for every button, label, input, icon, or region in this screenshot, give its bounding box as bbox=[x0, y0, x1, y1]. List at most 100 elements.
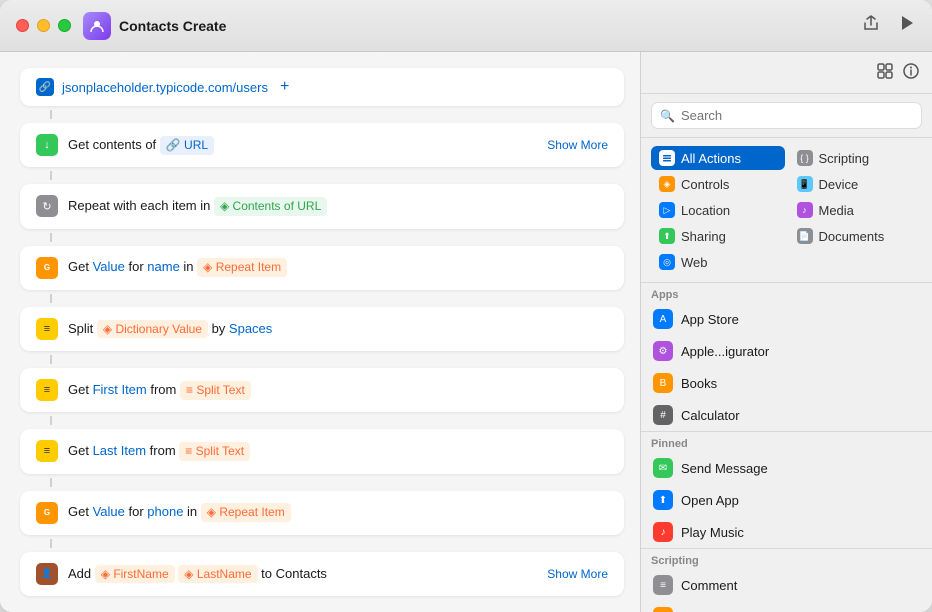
repeat-card[interactable]: ↻ Repeat with each item in ◈ Contents of… bbox=[20, 184, 624, 228]
connector bbox=[50, 110, 52, 119]
calculator-icon: # bbox=[653, 405, 673, 425]
web-icon: ◎ bbox=[659, 254, 675, 270]
comment-icon: ≡ bbox=[653, 575, 673, 595]
open-app-item[interactable]: ⬆ Open App bbox=[641, 484, 932, 516]
repeat-pre: Repeat with each item in bbox=[68, 198, 214, 213]
calculator-label: Calculator bbox=[681, 408, 740, 423]
add-contacts-card[interactable]: 👤 Add ◈ FirstName ◈ LastName to Contacts… bbox=[20, 552, 624, 596]
documents-label: Documents bbox=[819, 229, 885, 244]
send-message-icon: ✉ bbox=[653, 458, 673, 478]
connector3 bbox=[50, 233, 52, 242]
get-value-name-text: Get Value for name in ◈ Repeat Item bbox=[68, 258, 608, 277]
split-text-tag1: ≡ Split Text bbox=[180, 381, 251, 400]
show-result-icon: Q bbox=[653, 607, 673, 612]
action-list: Apps A App Store ⚙ Apple...igurator B Bo… bbox=[641, 283, 932, 612]
info-button[interactable] bbox=[902, 62, 920, 85]
minimize-button[interactable] bbox=[37, 19, 50, 32]
maximize-button[interactable] bbox=[58, 19, 71, 32]
add-contacts-show-more[interactable]: Show More bbox=[547, 567, 608, 581]
media-icon: ♪ bbox=[797, 202, 813, 218]
right-header bbox=[641, 52, 932, 94]
lastname-tag: ◈ LastName bbox=[178, 565, 257, 584]
cat-media[interactable]: ♪ Media bbox=[789, 198, 923, 222]
main-content: 🔗 jsonplaceholder.typicode.com/users + ↓… bbox=[0, 52, 932, 612]
get-last-icon: ≡ bbox=[36, 440, 58, 462]
split-card[interactable]: ≡ Split ◈ Dictionary Value by Spaces bbox=[20, 307, 624, 351]
get-value-name-icon: G bbox=[36, 257, 58, 279]
get-last-card[interactable]: ≡ Get Last Item from ≡ Split Text bbox=[20, 429, 624, 473]
add-contacts-icon: 👤 bbox=[36, 563, 58, 585]
apple-igurator-label: Apple...igurator bbox=[681, 344, 769, 359]
url-bar[interactable]: 🔗 jsonplaceholder.typicode.com/users + bbox=[20, 68, 624, 106]
connector6 bbox=[50, 416, 52, 425]
location-icon: ▷ bbox=[659, 202, 675, 218]
contents-tag: ◈ Contents of URL bbox=[214, 197, 327, 216]
connector8 bbox=[50, 539, 52, 548]
cat-device[interactable]: 📱 Device bbox=[789, 172, 923, 196]
cat-web[interactable]: ◎ Web bbox=[651, 250, 785, 274]
apple-igurator-item[interactable]: ⚙ Apple...igurator bbox=[641, 335, 932, 367]
comment-label: Comment bbox=[681, 578, 737, 593]
window-title: Contacts Create bbox=[119, 18, 860, 34]
get-last-text: Get Last Item from ≡ Split Text bbox=[68, 442, 608, 461]
get-value-phone-card[interactable]: G Get Value for phone in ◈ Repeat Item bbox=[20, 491, 624, 535]
play-music-item[interactable]: ♪ Play Music bbox=[641, 516, 932, 548]
get-contents-icon: ↓ bbox=[36, 134, 58, 156]
cat-all-actions[interactable]: All Actions bbox=[651, 146, 785, 170]
cat-documents[interactable]: 📄 Documents bbox=[789, 224, 923, 248]
url-add-button[interactable]: + bbox=[280, 78, 289, 96]
pinned-section-label: Pinned bbox=[641, 432, 932, 452]
controls-label: Controls bbox=[681, 177, 729, 192]
search-input[interactable] bbox=[681, 108, 913, 123]
repeat-item-tag1: ◈ Repeat Item bbox=[197, 258, 287, 277]
app-icon bbox=[83, 12, 111, 40]
send-message-item[interactable]: ✉ Send Message bbox=[641, 452, 932, 484]
media-label: Media bbox=[819, 203, 854, 218]
scripting-actions-section: Scripting ≡ Comment Q Show Result ! Show… bbox=[641, 548, 932, 612]
get-first-icon: ≡ bbox=[36, 379, 58, 401]
controls-icon: ◈ bbox=[659, 176, 675, 192]
left-panel: 🔗 jsonplaceholder.typicode.com/users + ↓… bbox=[0, 52, 640, 612]
location-label: Location bbox=[681, 203, 730, 218]
close-button[interactable] bbox=[16, 19, 29, 32]
device-icon: 📱 bbox=[797, 176, 813, 192]
connector7 bbox=[50, 478, 52, 487]
repeat-icon: ↻ bbox=[36, 195, 58, 217]
right-panel: 🔍 All Actions { } bbox=[640, 52, 932, 612]
play-button[interactable] bbox=[898, 13, 916, 38]
show-result-item[interactable]: Q Show Result bbox=[641, 601, 932, 612]
send-message-label: Send Message bbox=[681, 461, 768, 476]
search-wrapper: 🔍 bbox=[651, 102, 922, 129]
categories-panel: All Actions { } Scripting ◈ Controls 📱 D… bbox=[641, 138, 932, 283]
comment-item[interactable]: ≡ Comment bbox=[641, 569, 932, 601]
repeat-text: Repeat with each item in ◈ Contents of U… bbox=[68, 197, 608, 216]
app-store-label: App Store bbox=[681, 312, 739, 327]
get-first-card[interactable]: ≡ Get First Item from ≡ Split Text bbox=[20, 368, 624, 412]
app-store-item[interactable]: A App Store bbox=[641, 303, 932, 335]
get-contents-text: Get contents of 🔗 URL bbox=[68, 136, 608, 155]
cat-controls[interactable]: ◈ Controls bbox=[651, 172, 785, 196]
split-icon: ≡ bbox=[36, 318, 58, 340]
calculator-item[interactable]: # Calculator bbox=[641, 399, 932, 431]
documents-icon: 📄 bbox=[797, 228, 813, 244]
get-contents-card[interactable]: ↓ Get contents of 🔗 URL Show More bbox=[20, 123, 624, 167]
app-window: Contacts Create 🔗 jsonplaceholder.typico… bbox=[0, 0, 932, 612]
pinned-section: Pinned ✉ Send Message ⬆ Open App ♪ Play … bbox=[641, 431, 932, 548]
url-icon: 🔗 bbox=[36, 78, 54, 96]
get-first-text: Get First Item from ≡ Split Text bbox=[68, 381, 608, 400]
get-value-name-card[interactable]: G Get Value for name in ◈ Repeat Item bbox=[20, 246, 624, 290]
books-item[interactable]: B Books bbox=[641, 367, 932, 399]
open-app-icon: ⬆ bbox=[653, 490, 673, 510]
cat-sharing[interactable]: ⬆ Sharing bbox=[651, 224, 785, 248]
scripting-label: Scripting bbox=[819, 151, 870, 166]
connector4 bbox=[50, 294, 52, 303]
gallery-button[interactable] bbox=[876, 62, 894, 85]
get-contents-show-more[interactable]: Show More bbox=[547, 138, 608, 152]
cat-location[interactable]: ▷ Location bbox=[651, 198, 785, 222]
play-music-icon: ♪ bbox=[653, 522, 673, 542]
url-tag: 🔗 URL bbox=[160, 136, 214, 155]
books-label: Books bbox=[681, 376, 717, 391]
get-value-phone-icon: G bbox=[36, 502, 58, 524]
cat-scripting[interactable]: { } Scripting bbox=[789, 146, 923, 170]
share-button[interactable] bbox=[860, 12, 882, 39]
